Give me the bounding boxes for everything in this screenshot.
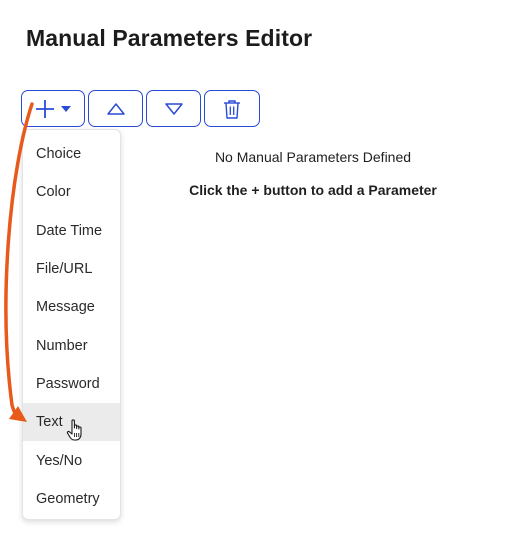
- menu-item-date-time[interactable]: Date Time: [23, 212, 120, 250]
- menu-item-message[interactable]: Message: [23, 288, 120, 326]
- menu-item-text[interactable]: Text: [23, 403, 120, 442]
- parameter-type-menu: Choice Color Date Time File/URL Message …: [22, 129, 121, 520]
- empty-state-message: No Manual Parameters Defined: [214, 149, 412, 165]
- menu-item-color[interactable]: Color: [23, 173, 120, 211]
- menu-item-number[interactable]: Number: [23, 326, 120, 364]
- menu-item-geometry[interactable]: Geometry: [23, 480, 120, 518]
- trash-icon: [223, 99, 241, 119]
- move-down-button[interactable]: [146, 90, 201, 127]
- page: Manual Parameters Editor No Manual Param…: [0, 0, 513, 536]
- menu-item-file-url[interactable]: File/URL: [23, 250, 120, 288]
- menu-item-yes-no[interactable]: Yes/No: [23, 441, 120, 479]
- menu-item-choice[interactable]: Choice: [23, 135, 120, 173]
- add-parameter-button[interactable]: [21, 90, 85, 127]
- triangle-down-icon: [164, 102, 183, 115]
- triangle-up-icon: [106, 102, 125, 115]
- page-title: Manual Parameters Editor: [26, 25, 313, 51]
- empty-state-hint: Click the + button to add a Parameter: [189, 182, 437, 198]
- plus-icon: [35, 99, 55, 119]
- menu-item-password[interactable]: Password: [23, 365, 120, 403]
- caret-down-icon: [61, 105, 71, 112]
- move-up-button[interactable]: [88, 90, 143, 127]
- delete-parameter-button[interactable]: [204, 90, 260, 127]
